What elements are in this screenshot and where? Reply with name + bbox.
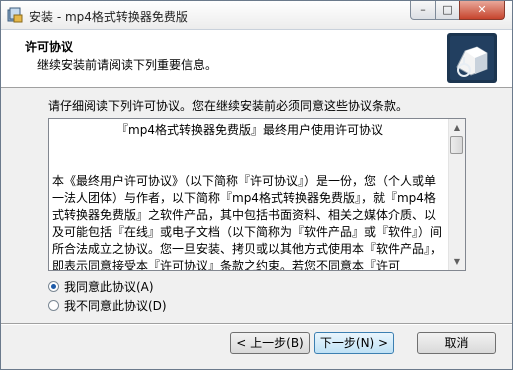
license-heading: 『mp4格式转换器免费版』最终用户使用许可协议 bbox=[116, 123, 383, 137]
installer-app-icon bbox=[7, 7, 23, 23]
close-button[interactable]: ✕ bbox=[459, 1, 505, 20]
decline-radio-label[interactable]: 我不同意此协议(D) bbox=[64, 297, 167, 314]
scroll-up-arrow-icon[interactable]: ▲ bbox=[449, 119, 465, 136]
license-text: 『mp4格式转换器免费版』最终用户使用许可协议 本《最终用户许可协议》（以下简称… bbox=[52, 122, 447, 271]
scroll-down-arrow-icon[interactable]: ▼ bbox=[449, 253, 465, 270]
minimize-button[interactable]: – bbox=[410, 1, 436, 20]
decline-radio-option[interactable]: 我不同意此协议(D) bbox=[48, 297, 167, 314]
license-intro-text: 请仔细阅读下列许可协议。您在继续安装前必须同意这些协议条款。 bbox=[48, 99, 409, 113]
scrollbar-thumb[interactable] bbox=[450, 136, 463, 154]
back-button[interactable]: < 上一步(B) bbox=[230, 332, 310, 354]
page-title: 许可协议 bbox=[25, 40, 74, 54]
footer-divider bbox=[1, 323, 512, 325]
accept-radio-button[interactable] bbox=[48, 281, 59, 292]
wizard-header: 许可协议 继续安装前请阅读下列重要信息。 bbox=[1, 30, 512, 88]
page-subtitle: 继续安装前请阅读下列重要信息。 bbox=[37, 58, 218, 72]
license-body: 本《最终用户许可协议》（以下简称『许可协议』）是一份，您（个人或单一法人团体）与… bbox=[52, 174, 443, 271]
installer-window: 安装 - mp4格式转换器免费版 – □ ✕ 许可协议 继续安装前请阅读下列重要… bbox=[0, 0, 513, 370]
license-scrollbar[interactable]: ▲ ▼ bbox=[448, 119, 465, 270]
accept-radio-option[interactable]: 我同意此协议(A) bbox=[48, 278, 154, 295]
title-bar[interactable]: 安装 - mp4格式转换器免费版 – □ ✕ bbox=[1, 1, 512, 30]
decline-radio-button[interactable] bbox=[48, 300, 59, 311]
wizard-content: 请仔细阅读下列许可协议。您在继续安装前必须同意这些协议条款。 『mp4格式转换器… bbox=[1, 88, 512, 323]
window-title: 安装 - mp4格式转换器免费版 bbox=[29, 10, 188, 24]
maximize-button[interactable]: □ bbox=[435, 1, 460, 20]
next-button[interactable]: 下一步(N) > bbox=[314, 332, 394, 354]
license-text-box[interactable]: 『mp4格式转换器免费版』最终用户使用许可协议 本《最终用户许可协议》（以下简称… bbox=[48, 118, 466, 271]
accept-radio-label[interactable]: 我同意此协议(A) bbox=[64, 278, 154, 295]
installer-logo-icon bbox=[447, 33, 497, 83]
cancel-button[interactable]: 取消 bbox=[417, 332, 496, 354]
